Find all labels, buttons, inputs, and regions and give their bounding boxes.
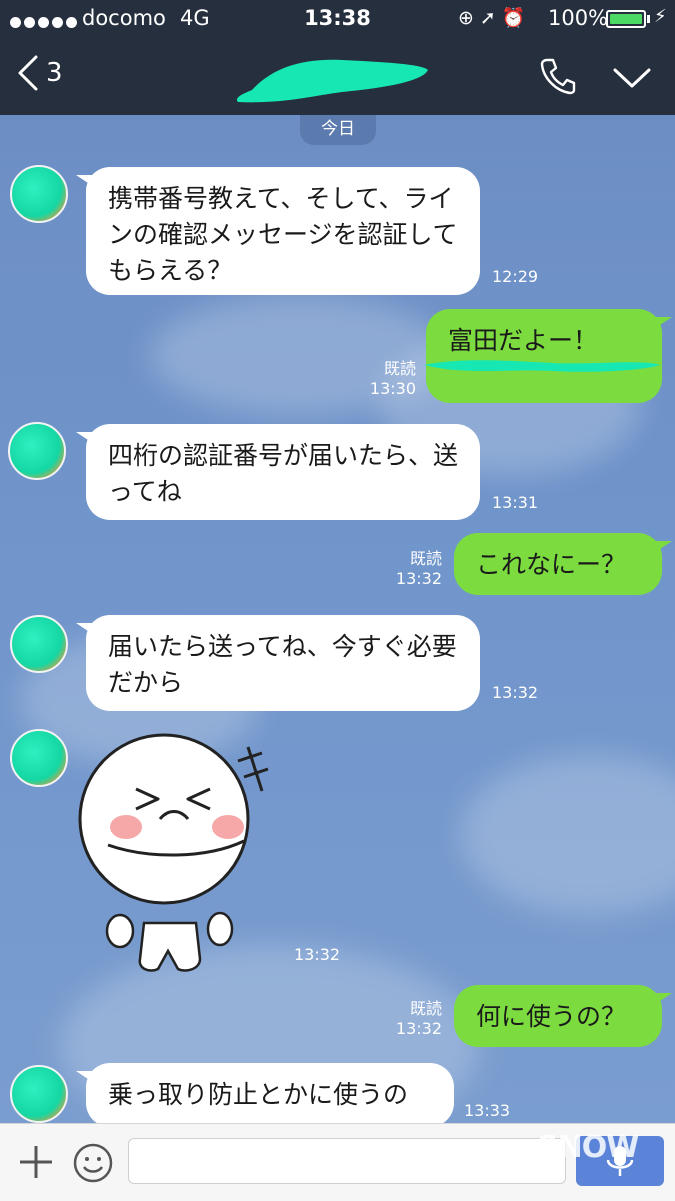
orientation-lock-icon: ⊕ xyxy=(458,7,480,29)
read-receipt: 既読 13:30 xyxy=(360,359,416,399)
chevron-down-icon[interactable] xyxy=(612,66,652,90)
message-bubble-outgoing[interactable]: 富田だよー！ xyxy=(424,309,672,403)
phone-icon[interactable] xyxy=(538,56,576,96)
read-label: 既読 xyxy=(409,549,442,568)
avatar[interactable] xyxy=(10,615,68,673)
message-bubble-outgoing[interactable]: 何に使うの？ xyxy=(454,985,672,1047)
chat-header: 3 xyxy=(0,38,675,115)
message-bubble-incoming[interactable]: 四桁の認証番号が届いたら、送ってね xyxy=(76,424,480,520)
status-bar: docomo 4G 13:38 ⊕➚⏰ 100% ⚡ xyxy=(0,0,675,38)
message-time: 12:29 xyxy=(492,267,539,286)
message-time: 13:33 xyxy=(464,1101,511,1120)
battery-tip xyxy=(647,15,650,23)
message-bubble-incoming[interactable]: 乗っ取り防止とかに使うの xyxy=(76,1063,454,1123)
back-button[interactable]: 3 xyxy=(16,54,63,92)
cloud xyxy=(460,755,675,915)
charging-icon: ⚡ xyxy=(654,6,667,27)
battery-percent: 100% xyxy=(548,6,609,30)
contact-name-redaction xyxy=(236,59,428,103)
emoji-icon[interactable] xyxy=(72,1142,114,1184)
read-label: 既読 xyxy=(383,359,416,378)
unread-count: 3 xyxy=(46,58,63,88)
message-bubble-outgoing[interactable]: これなにー？ xyxy=(454,533,672,595)
message-time: 13:31 xyxy=(492,493,539,512)
read-receipt: 既読 13:32 xyxy=(386,549,442,589)
avatar[interactable] xyxy=(10,1065,68,1123)
message-time: 13:32 xyxy=(294,945,341,964)
avatar[interactable] xyxy=(10,729,68,787)
message-input[interactable] xyxy=(128,1138,566,1184)
message-bubble-incoming[interactable]: 携帯番号教えて、そして、ライ​ンの確認メッセージを認証し​てもらえる？ xyxy=(76,167,480,295)
message-time: 13:32 xyxy=(395,569,442,588)
message-time: 13:30 xyxy=(369,379,416,398)
date-separator: 今日 xyxy=(300,115,376,145)
status-icons: ⊕➚⏰ xyxy=(458,6,532,29)
read-receipt: 既読 13:32 xyxy=(386,999,442,1039)
message-time: 13:32 xyxy=(395,1019,442,1038)
avatar[interactable] xyxy=(10,165,68,223)
laughing-face-sticker[interactable] xyxy=(78,733,290,973)
battery-fill xyxy=(610,14,642,24)
read-label: 既読 xyxy=(409,999,442,1018)
snow-watermark: SNOW xyxy=(537,1130,639,1165)
message-text: 富田だよー！ xyxy=(448,326,599,355)
chat-area[interactable]: 今日 携帯番号教えて、そして、ライ​ンの確認メッセージを認証し​てもらえる？ 1… xyxy=(0,115,675,1123)
plus-icon[interactable] xyxy=(16,1142,56,1182)
avatar[interactable] xyxy=(8,422,66,480)
alarm-icon: ⏰ xyxy=(501,7,532,29)
location-icon: ➚ xyxy=(479,7,502,29)
redaction-scribble xyxy=(424,360,660,372)
message-bubble-incoming[interactable]: 届いたら送ってね、今すぐ必要だから xyxy=(76,615,480,711)
battery-icon xyxy=(606,10,646,28)
chevron-left-icon xyxy=(18,55,38,91)
message-time: 13:32 xyxy=(492,683,539,702)
